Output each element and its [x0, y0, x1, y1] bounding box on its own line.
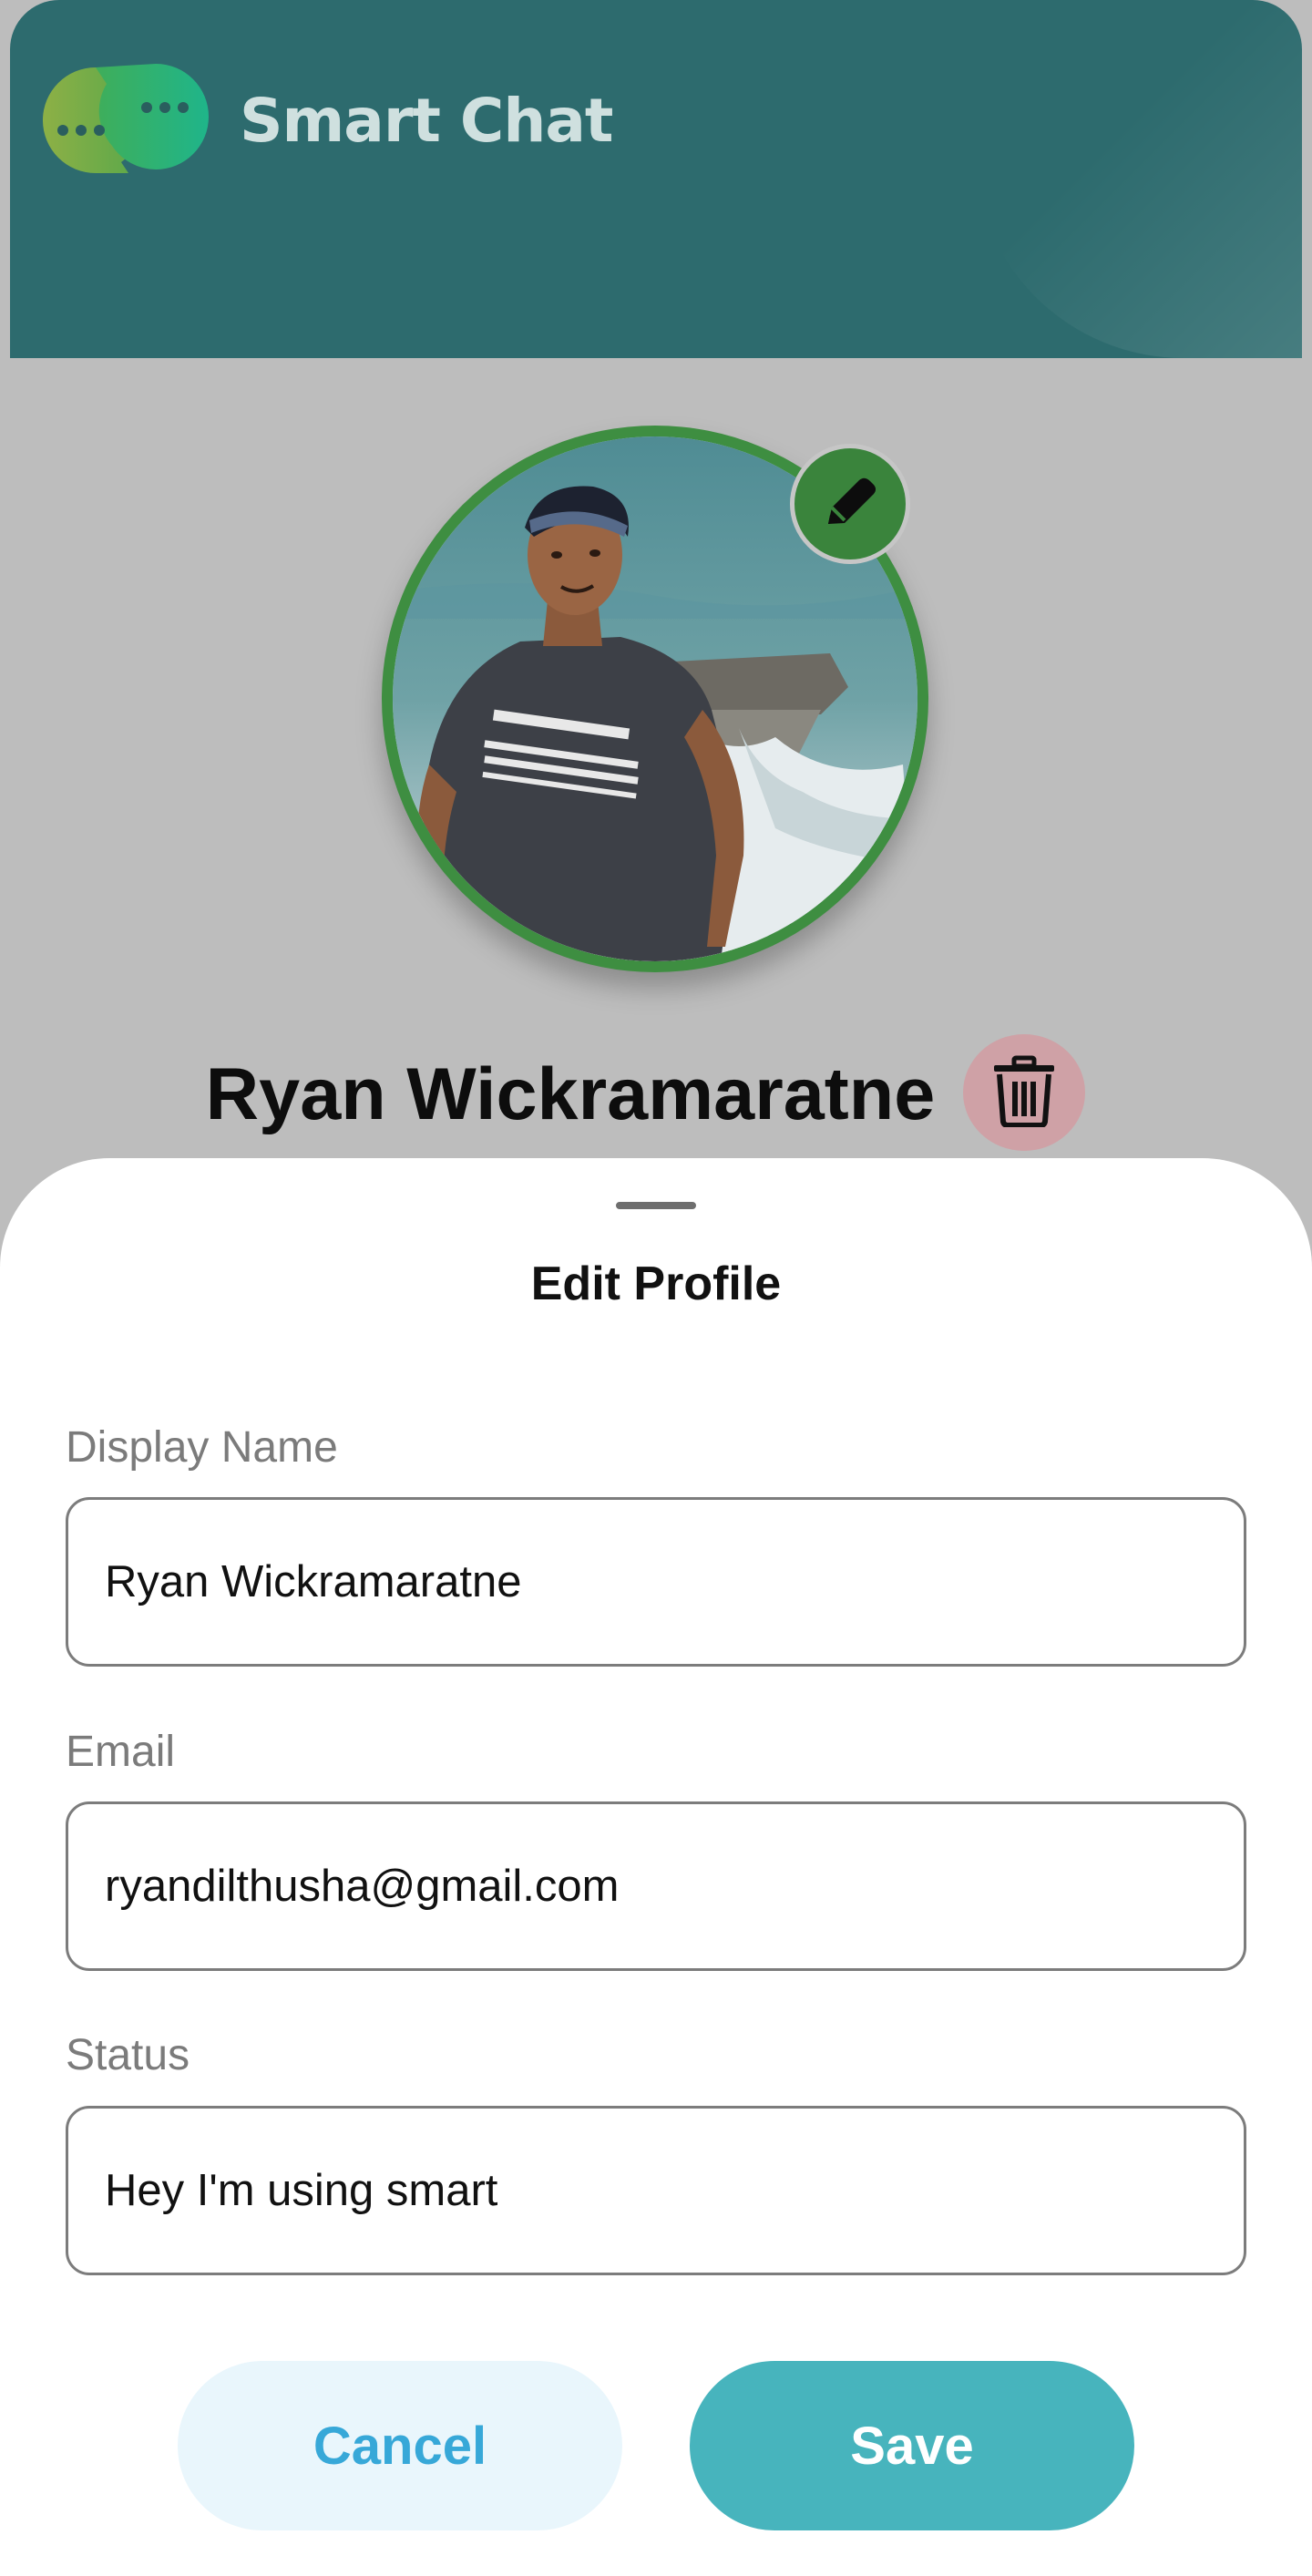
edit-photo-button[interactable] — [790, 444, 910, 564]
email-field[interactable] — [66, 1801, 1246, 1971]
chat-bubbles-icon — [39, 62, 210, 173]
status-field[interactable] — [66, 2106, 1246, 2275]
display-name-field[interactable] — [66, 1497, 1246, 1667]
display-name-label: Display Name — [66, 1423, 338, 1472]
cancel-button[interactable]: Cancel — [178, 2361, 622, 2530]
header-decoration — [974, 0, 1302, 358]
trash-icon — [990, 1054, 1058, 1132]
app-header: Smart Chat — [10, 0, 1302, 358]
save-button[interactable]: Save — [690, 2361, 1134, 2530]
edit-profile-sheet: Edit Profile Display Name Email Status C… — [0, 1158, 1312, 2576]
drag-handle[interactable] — [616, 1202, 696, 1209]
delete-button[interactable] — [963, 1034, 1085, 1151]
app-title: Smart Chat — [240, 86, 613, 156]
sheet-title: Edit Profile — [530, 1257, 782, 1310]
email-label: Email — [66, 1728, 176, 1776]
pencil-icon — [819, 471, 881, 538]
status-label: Status — [66, 2031, 190, 2079]
